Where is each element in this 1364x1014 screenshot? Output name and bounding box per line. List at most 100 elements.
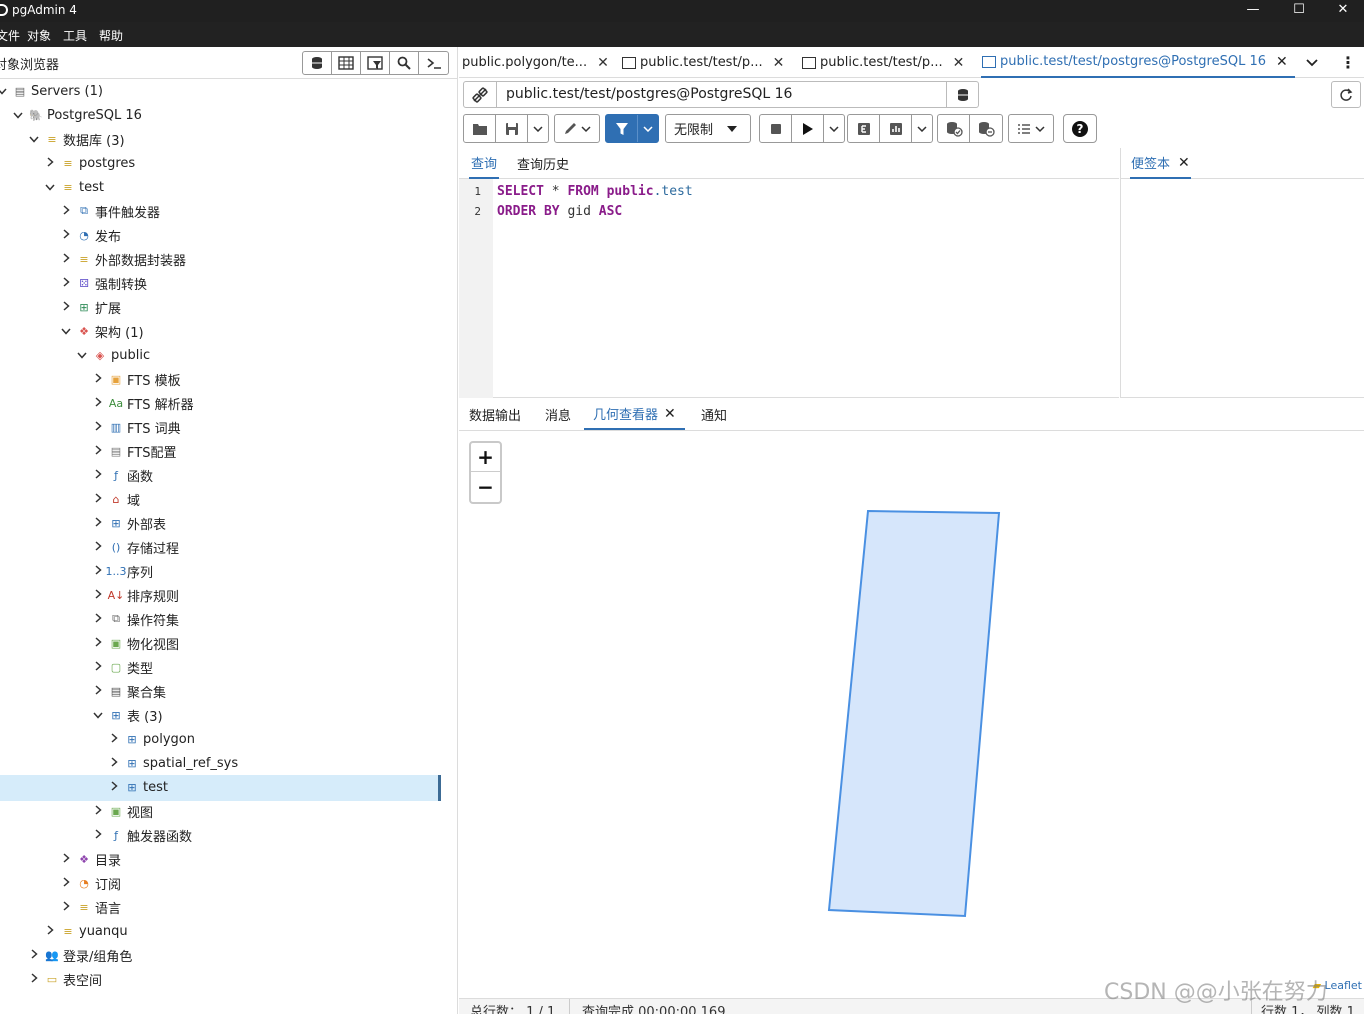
save-options-chevron-icon[interactable]: [528, 115, 548, 142]
rollback-icon[interactable]: [970, 115, 1002, 142]
tab-scratch-pad[interactable]: 便签本 ✕: [1130, 148, 1191, 179]
tab-geometry-viewer[interactable]: 几何查看器 ✕: [584, 399, 685, 430]
tree-node[interactable]: ⚄ 强制转换: [58, 271, 147, 295]
tree-node[interactable]: ▢ 类型: [90, 655, 153, 679]
tree-node[interactable]: ▤ Servers (1): [0, 79, 103, 103]
tree-node[interactable]: ≡ 外部数据封装器: [58, 247, 186, 271]
tree-node[interactable]: ◈ public: [74, 343, 150, 367]
tree-node[interactable]: ≡ test: [42, 175, 104, 199]
chevron-right-icon[interactable]: [58, 300, 74, 314]
zoom-in-button[interactable]: +: [471, 443, 500, 472]
explain-options-chevron-icon[interactable]: [912, 115, 932, 142]
tree-node[interactable]: ƒ 触发器函数: [90, 823, 192, 847]
chevron-right-icon[interactable]: [90, 396, 106, 410]
chevron-right-icon[interactable]: [58, 900, 74, 914]
tab-notifications[interactable]: 通知: [701, 399, 727, 430]
chevron-right-icon[interactable]: [90, 588, 106, 602]
tree-node[interactable]: 1..3 序列: [90, 559, 153, 583]
refresh-icon[interactable]: [1331, 81, 1361, 108]
tree-node[interactable]: ⧉ 事件触发器: [58, 199, 160, 223]
chevron-right-icon[interactable]: [58, 876, 74, 890]
connection-selector[interactable]: public.test/test/postgres@PostgreSQL 16: [463, 81, 979, 108]
tree-node[interactable]: ❖ 目录: [58, 847, 121, 871]
chevron-right-icon[interactable]: [58, 252, 74, 266]
chevron-right-icon[interactable]: [58, 228, 74, 242]
execute-options-chevron-icon[interactable]: [824, 115, 844, 142]
tree-node[interactable]: ▣ FTS 模板: [90, 367, 181, 391]
sql-editor[interactable]: 1 2 SELECT * FROM public.test ORDER BY g…: [459, 179, 1119, 398]
tab-test-query-active[interactable]: public.test/test/postgres@PostgreSQL 16 ✕: [981, 47, 1295, 78]
minimize-button[interactable]: —: [1230, 0, 1276, 22]
chevron-right-icon[interactable]: [106, 732, 122, 746]
tree-node[interactable]: ◔ 发布: [58, 223, 121, 247]
tree-node[interactable]: ⊞ 外部表: [90, 511, 166, 535]
tab-messages[interactable]: 消息: [545, 399, 571, 430]
chevron-right-icon[interactable]: [90, 540, 106, 554]
tree-node[interactable]: A↓ 排序规则: [90, 583, 179, 607]
query-tool-db-icon[interactable]: [303, 52, 332, 74]
explain-analyze-icon[interactable]: [880, 115, 912, 142]
chevron-right-icon[interactable]: [90, 468, 106, 482]
chevron-down-icon[interactable]: [74, 349, 90, 362]
tab-close-icon[interactable]: ✕: [1276, 54, 1288, 70]
chevron-right-icon[interactable]: [42, 924, 58, 938]
filter-options-chevron-icon[interactable]: [638, 115, 658, 142]
menu-file[interactable]: 文件: [0, 27, 20, 44]
tree-node[interactable]: ▣ 视图: [90, 799, 153, 823]
chevron-right-icon[interactable]: [90, 612, 106, 626]
psql-terminal-icon[interactable]: [419, 52, 448, 74]
chevron-right-icon[interactable]: [42, 156, 58, 170]
commit-icon[interactable]: [938, 115, 970, 142]
tree-node[interactable]: ⊞ 扩展: [58, 295, 121, 319]
chevron-right-icon[interactable]: [90, 660, 106, 674]
chevron-down-icon[interactable]: [90, 709, 106, 722]
tree-node[interactable]: ⊞ polygon: [106, 727, 195, 751]
tabs-dropdown-chevron-icon[interactable]: [1306, 47, 1318, 78]
geometry-map[interactable]: + − ▰ Leaflet: [459, 431, 1364, 998]
tree-node[interactable]: ƒ 函数: [90, 463, 153, 487]
zoom-out-button[interactable]: −: [471, 472, 500, 501]
tree-node[interactable]: Aa FTS 解析器: [90, 391, 194, 415]
tree-node[interactable]: ▤ FTS配置: [90, 439, 176, 463]
filtered-rows-icon[interactable]: [361, 52, 390, 74]
chevron-right-icon[interactable]: [90, 828, 106, 842]
more-options-icon[interactable]: ⋮: [1340, 47, 1356, 78]
explain-icon[interactable]: [848, 115, 880, 142]
menu-object[interactable]: 对象: [27, 27, 51, 44]
tab-test-query-1[interactable]: public.test/test/p... ✕: [622, 47, 784, 78]
tree-node[interactable]: ⌂ 域: [90, 487, 140, 511]
chevron-right-icon[interactable]: [26, 948, 42, 962]
view-data-grid-icon[interactable]: [332, 52, 361, 74]
execute-play-icon[interactable]: [792, 115, 824, 142]
tree-node[interactable]: ▣ 物化视图: [90, 631, 179, 655]
tree-node[interactable]: ▭ 表空间: [26, 967, 102, 991]
chevron-right-icon[interactable]: [58, 204, 74, 218]
tree-node[interactable]: ⊞ 表 (3): [90, 703, 163, 727]
chevron-right-icon[interactable]: [90, 492, 106, 506]
chevron-right-icon[interactable]: [90, 516, 106, 530]
geometry-close-icon[interactable]: ✕: [664, 406, 676, 422]
tree-node[interactable]: ◔ 订阅: [58, 871, 121, 895]
tree-node[interactable]: ≡ 语言: [58, 895, 121, 919]
tree-node[interactable]: ⧉ 操作符集: [90, 607, 179, 631]
scratch-pad[interactable]: [1120, 179, 1364, 398]
open-file-icon[interactable]: [464, 115, 496, 142]
tree-node[interactable]: ⊞ test: [106, 775, 168, 799]
scratch-close-icon[interactable]: ✕: [1178, 155, 1190, 171]
chevron-down-icon[interactable]: [58, 325, 74, 338]
maximize-button[interactable]: ☐: [1276, 0, 1322, 22]
menu-tools[interactable]: 工具: [63, 27, 87, 44]
chevron-right-icon[interactable]: [90, 420, 106, 434]
tree-node[interactable]: ≡ postgres: [42, 151, 135, 175]
chevron-right-icon[interactable]: [58, 852, 74, 866]
tree-node[interactable]: () 存储过程: [90, 535, 179, 559]
tree-node[interactable]: ▤ 聚合集: [90, 679, 166, 703]
chevron-right-icon[interactable]: [58, 276, 74, 290]
filter-icon[interactable]: [606, 115, 638, 142]
tab-data-output[interactable]: 数据输出: [469, 399, 521, 430]
tree-node[interactable]: 🐘 PostgreSQL 16: [10, 103, 142, 127]
chevron-down-icon[interactable]: [26, 133, 42, 146]
chevron-down-icon[interactable]: [42, 181, 58, 194]
tree-node[interactable]: ⊞ spatial_ref_sys: [106, 751, 238, 775]
tree-node[interactable]: ❖ 架构 (1): [58, 319, 144, 343]
